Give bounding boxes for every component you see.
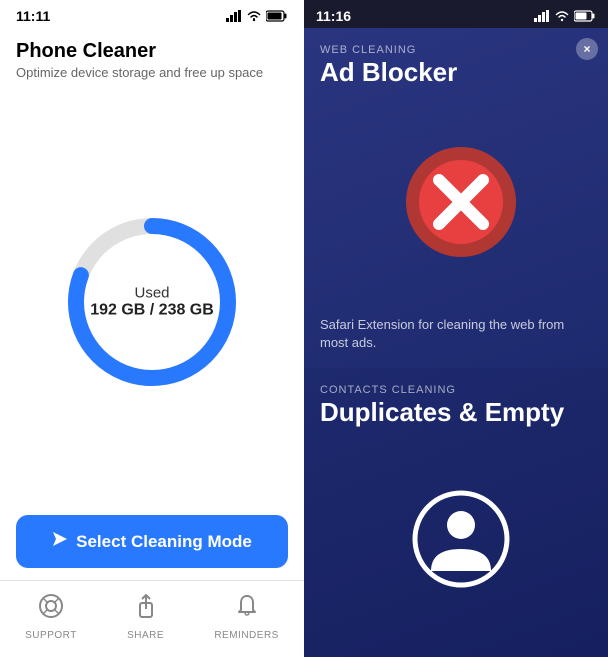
signal-icon-right bbox=[534, 10, 550, 22]
app-title: Phone Cleaner bbox=[16, 40, 288, 63]
ad-blocker-category: WEB CLEANING bbox=[320, 44, 592, 56]
battery-icon bbox=[266, 10, 288, 22]
send-icon bbox=[52, 531, 68, 547]
nav-item-reminders[interactable]: REMINDERS bbox=[214, 593, 279, 641]
select-cleaning-mode-button[interactable]: Select Cleaning Mode bbox=[16, 515, 288, 568]
bottom-nav: SUPPORT SHARE REMINDERS bbox=[0, 580, 304, 657]
ad-blocker-title: Ad Blocker bbox=[320, 58, 592, 87]
contacts-category: CONTACTS CLEANING bbox=[320, 384, 592, 396]
nav-item-support[interactable]: SUPPORT bbox=[25, 593, 77, 641]
used-value: 192 GB / 238 GB bbox=[90, 301, 214, 319]
contacts-card[interactable]: CONTACTS CLEANING Duplicates & Empty bbox=[304, 368, 608, 657]
contact-svg bbox=[411, 489, 511, 589]
left-panel: 11:11 Phone Cl bbox=[0, 0, 304, 657]
app-header: Phone Cleaner Optimize device storage an… bbox=[0, 28, 304, 88]
ad-blocker-card: × WEB CLEANING Ad Blocker Safari Extensi… bbox=[304, 28, 608, 368]
share-icon bbox=[133, 593, 159, 626]
status-bar-right: 11:16 bbox=[304, 0, 608, 28]
bell-svg bbox=[234, 593, 260, 619]
right-panel: 11:16 × WEB CLEANING Ad Blocker bbox=[304, 0, 608, 657]
reminders-icon bbox=[234, 593, 260, 626]
reminders-label: REMINDERS bbox=[214, 630, 279, 641]
storage-chart-container: Used 192 GB / 238 GB bbox=[0, 88, 304, 515]
ad-blocker-icon bbox=[401, 142, 511, 252]
status-icons-left bbox=[226, 10, 288, 22]
share-svg bbox=[133, 593, 159, 619]
battery-icon-right bbox=[574, 10, 596, 22]
used-label: Used bbox=[90, 284, 214, 301]
share-label: SHARE bbox=[127, 630, 164, 641]
status-bar-left: 11:11 bbox=[0, 0, 304, 28]
ad-blocker-svg bbox=[401, 142, 521, 262]
donut-chart: Used 192 GB / 238 GB bbox=[52, 202, 252, 402]
contacts-title: Duplicates & Empty bbox=[320, 398, 592, 427]
select-button-label: Select Cleaning Mode bbox=[76, 532, 252, 552]
status-icons-right bbox=[534, 10, 596, 22]
cursor-icon bbox=[52, 531, 68, 552]
time-left: 11:11 bbox=[16, 8, 50, 24]
support-icon bbox=[38, 593, 64, 626]
support-svg bbox=[38, 593, 64, 619]
time-right: 11:16 bbox=[316, 8, 351, 24]
wifi-icon-right bbox=[554, 10, 570, 22]
ad-blocker-desc: Safari Extension for cleaning the web fr… bbox=[320, 308, 592, 352]
signal-icon bbox=[226, 10, 242, 22]
ad-blocker-icon-container bbox=[320, 87, 592, 308]
wifi-icon bbox=[246, 10, 262, 22]
donut-center: Used 192 GB / 238 GB bbox=[90, 284, 214, 319]
contact-icon-container bbox=[320, 427, 592, 641]
support-label: SUPPORT bbox=[25, 630, 77, 641]
contact-icon bbox=[411, 489, 501, 579]
app-subtitle: Optimize device storage and free up spac… bbox=[16, 65, 288, 80]
nav-item-share[interactable]: SHARE bbox=[127, 593, 164, 641]
close-button[interactable]: × bbox=[576, 38, 598, 60]
